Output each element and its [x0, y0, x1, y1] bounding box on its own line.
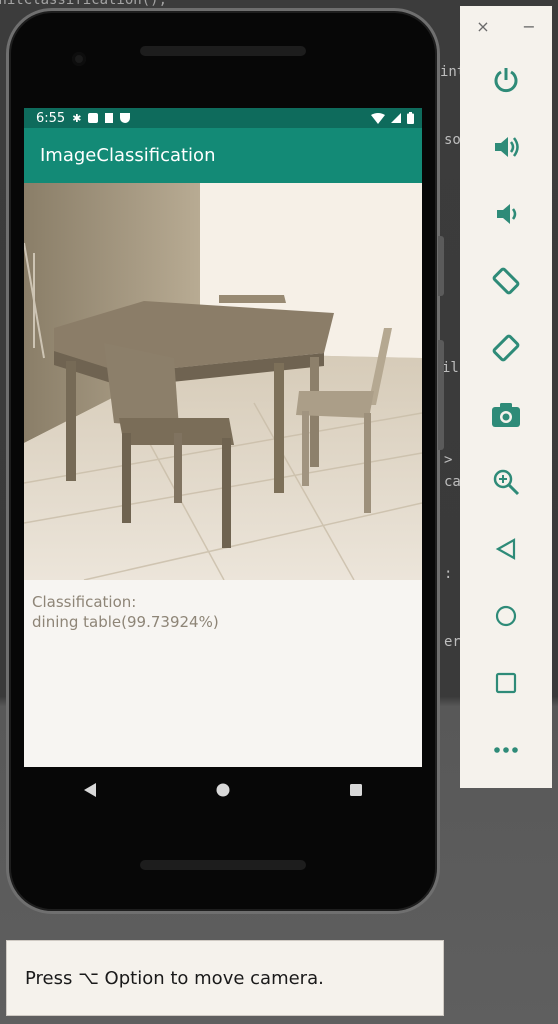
- status-time: 6:55: [36, 110, 66, 126]
- code-fragment: er: [444, 634, 461, 650]
- classification-value: dining table(99.73924%): [32, 613, 219, 631]
- power-button[interactable]: [460, 46, 552, 113]
- volume-button: [438, 236, 444, 296]
- nav-back-button[interactable]: [78, 778, 102, 802]
- code-fragment: ca: [444, 474, 461, 490]
- overview-button[interactable]: [460, 649, 552, 716]
- app-title: ImageClassification: [40, 145, 216, 166]
- screenshot-button[interactable]: [460, 381, 552, 448]
- code-fragment: initClassification();: [0, 0, 168, 8]
- photo-illustration: [24, 183, 422, 580]
- sd-card-icon: [105, 113, 114, 123]
- recents-icon: [349, 784, 362, 796]
- camera-icon: [492, 402, 520, 427]
- home-icon: [495, 605, 517, 626]
- app-bar: ImageClassification: [24, 128, 422, 183]
- overview-icon: [495, 672, 517, 693]
- a-icon: [88, 113, 99, 123]
- minimize-button[interactable]: −: [522, 17, 535, 36]
- settings-icon: ✱: [72, 111, 82, 125]
- dining-table-photo: [24, 183, 422, 580]
- android-nav-bar: [24, 767, 422, 813]
- cell-signal-icon: [391, 113, 401, 123]
- more-icon: [494, 746, 518, 753]
- volume-down-button[interactable]: [460, 180, 552, 247]
- front-camera: [72, 52, 86, 66]
- home-button[interactable]: [460, 582, 552, 649]
- classification-label: Classification:: [32, 593, 137, 611]
- shield-icon: [120, 113, 131, 123]
- wifi-icon: [371, 112, 385, 124]
- device-screen: 6:55 ✱ ImageClassification Classificatio…: [24, 108, 422, 767]
- home-icon: [216, 783, 230, 797]
- more-button[interactable]: [460, 716, 552, 783]
- volume-up-button[interactable]: [460, 113, 552, 180]
- back-button[interactable]: [460, 515, 552, 582]
- nav-home-button[interactable]: [211, 778, 235, 802]
- emulator-toolbar: × −: [460, 6, 552, 788]
- nav-recents-button[interactable]: [344, 778, 368, 802]
- top-speaker: [140, 46, 306, 56]
- rotate-left-button[interactable]: [460, 247, 552, 314]
- zoom-icon: [493, 469, 520, 495]
- code-fragment: il: [442, 360, 459, 376]
- back-icon: [84, 783, 97, 797]
- code-fragment: >: [444, 452, 453, 468]
- classification-result: Classification: dining table(99.73924%): [24, 580, 422, 644]
- power-icon: [494, 67, 518, 92]
- rotate-left-icon: [492, 267, 520, 294]
- rotate-right-button[interactable]: [460, 314, 552, 381]
- volume-down-icon: [497, 203, 517, 224]
- volume-up-icon: [495, 136, 519, 157]
- bottom-speaker: [140, 860, 306, 870]
- code-fragment: so: [444, 132, 461, 148]
- camera-hint-tooltip: Press ⌥ Option to move camera.: [6, 940, 444, 1016]
- camera-hint-text: Press ⌥ Option to move camera.: [25, 967, 324, 989]
- power-button: [438, 340, 444, 450]
- back-icon: [495, 537, 516, 560]
- battery-icon: [407, 112, 414, 124]
- status-bar: 6:55 ✱: [24, 108, 422, 128]
- rotate-right-icon: [492, 334, 520, 361]
- close-button[interactable]: ×: [476, 17, 489, 36]
- code-fragment: :: [444, 566, 453, 582]
- zoom-button[interactable]: [460, 448, 552, 515]
